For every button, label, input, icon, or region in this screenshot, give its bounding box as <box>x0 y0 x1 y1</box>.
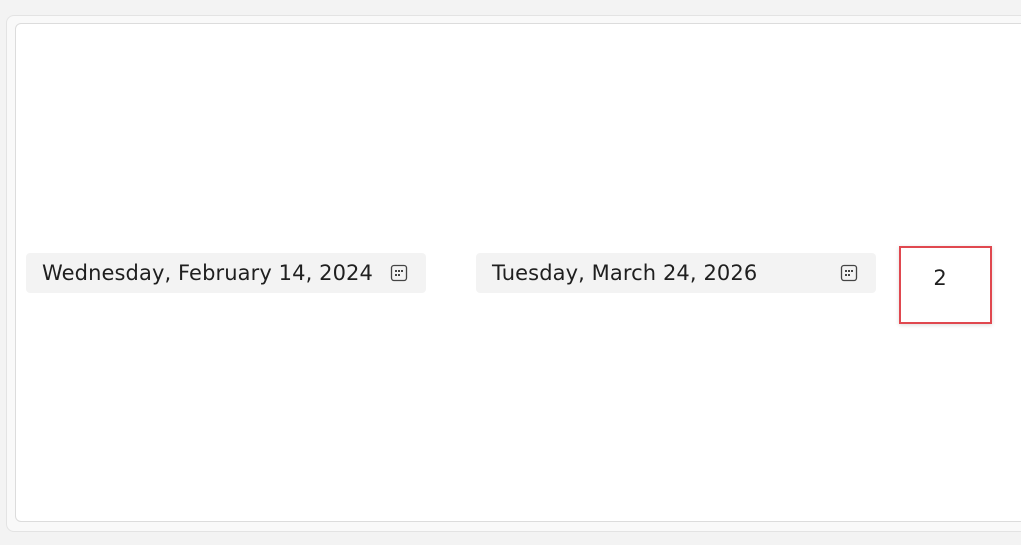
result-value: 2 <box>933 266 947 290</box>
calendar-icon[interactable] <box>840 264 858 282</box>
start-date-value: Wednesday, February 14, 2024 <box>42 261 373 285</box>
result-highlight-box: 2 <box>899 246 992 324</box>
end-date-value: Tuesday, March 24, 2026 <box>492 261 758 285</box>
calendar-icon[interactable] <box>390 264 408 282</box>
start-date-picker[interactable]: Wednesday, February 14, 2024 <box>26 253 426 293</box>
end-date-picker[interactable]: Tuesday, March 24, 2026 <box>476 253 876 293</box>
